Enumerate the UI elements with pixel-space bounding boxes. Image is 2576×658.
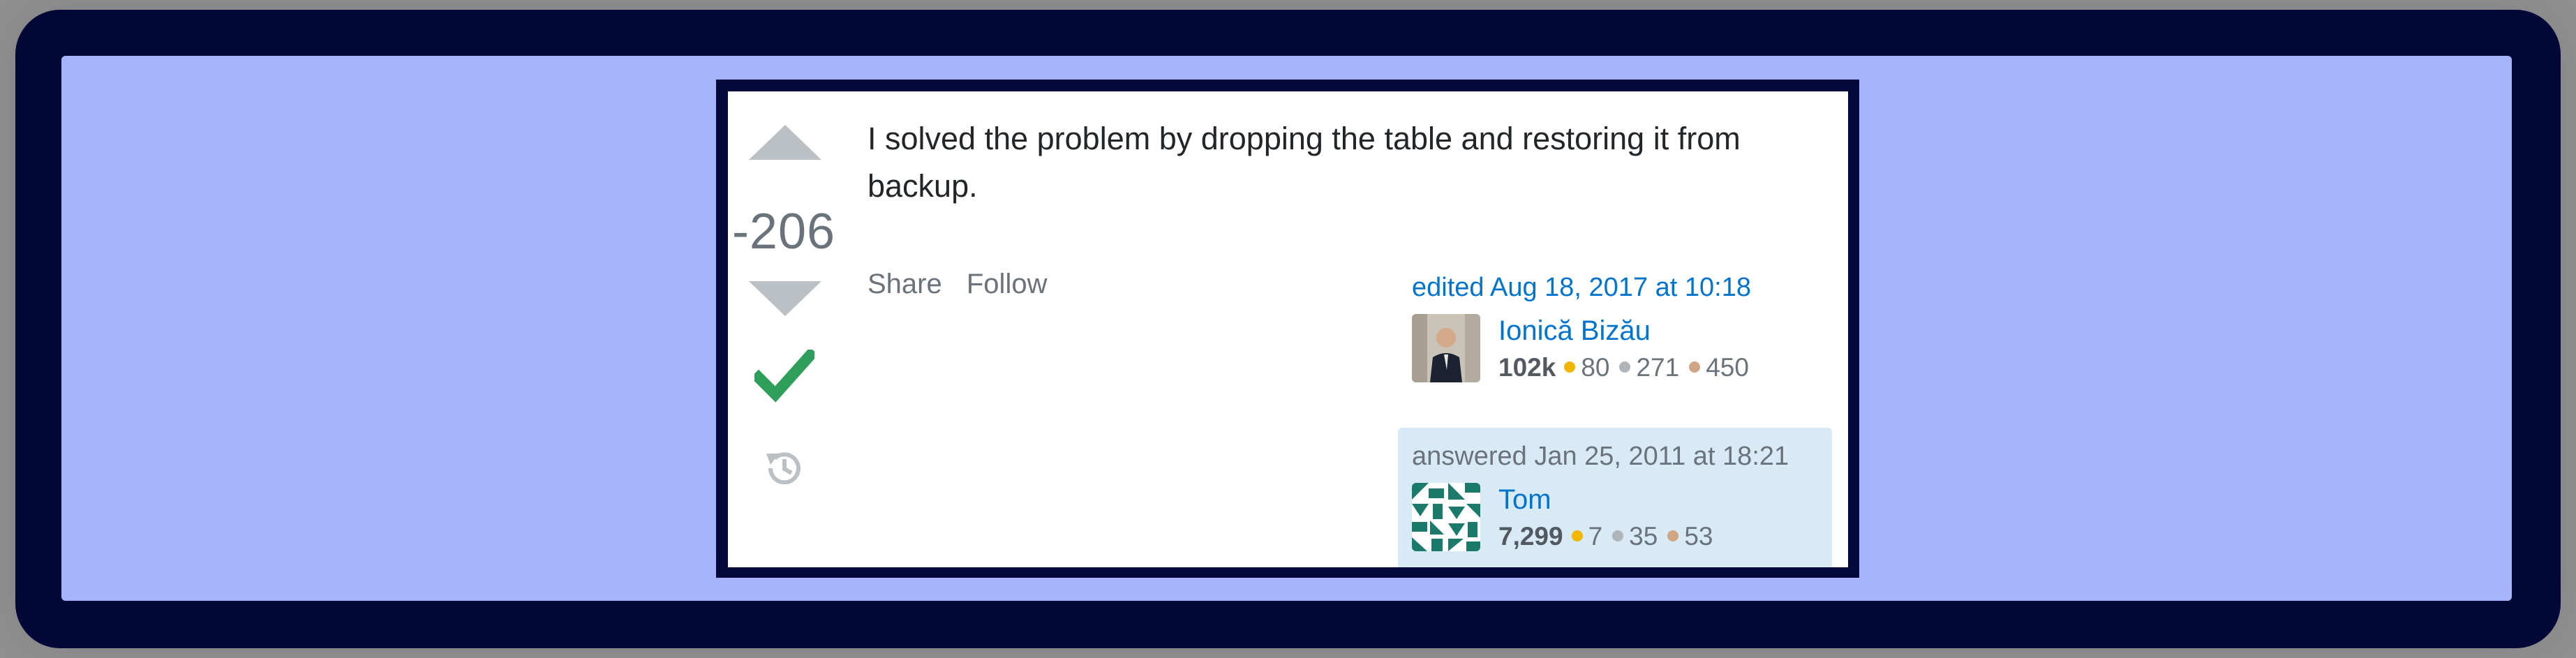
- vote-down-icon[interactable]: [749, 281, 821, 316]
- editor-signature: edited Aug 18, 2017 at 10:18 Ionică Biză…: [1412, 273, 1831, 387]
- edited-timestamp[interactable]: edited Aug 18, 2017 at 10:18: [1412, 273, 1831, 303]
- silver-badge-icon: [1612, 530, 1624, 541]
- owner-bronze-badges: 53: [1667, 522, 1713, 551]
- owner-reputation: 7,299: [1498, 522, 1563, 551]
- follow-link[interactable]: Follow: [967, 269, 1048, 299]
- editor-silver-count: 271: [1636, 353, 1680, 382]
- history-icon[interactable]: [762, 447, 805, 490]
- vote-column: -206: [728, 91, 835, 567]
- owner-gold-badges: 7: [1571, 522, 1603, 551]
- editor-user: Ionică Bizău 102k 80 271 450: [1412, 314, 1831, 387]
- editor-gold-count: 80: [1581, 353, 1610, 382]
- owner-silver-count: 35: [1629, 522, 1658, 551]
- editor-bronze-badges: 450: [1689, 353, 1749, 382]
- owner-silver-badges: 35: [1612, 522, 1658, 551]
- answer-panel: -206 I solved the problem by dropping th…: [728, 91, 1848, 567]
- bronze-badge-icon: [1667, 530, 1679, 541]
- editor-reputation: 102k: [1498, 353, 1556, 382]
- bronze-badge-icon: [1689, 361, 1701, 373]
- editor-silver-badges: 271: [1619, 353, 1679, 382]
- share-link[interactable]: Share: [868, 269, 942, 299]
- editor-bronze-count: 450: [1706, 353, 1749, 382]
- answered-timestamp: answered Jan 25, 2011 at 18:21: [1412, 442, 1789, 471]
- owner-signature: answered Jan 25, 2011 at 18:21 Tom 7,299…: [1398, 428, 1832, 567]
- vote-up-icon[interactable]: [749, 125, 821, 160]
- accepted-check-icon: [754, 350, 814, 403]
- owner-avatar[interactable]: [1412, 483, 1480, 551]
- editor-avatar[interactable]: [1412, 314, 1480, 382]
- owner-stats: 7,299 7 35 53: [1498, 522, 1722, 551]
- owner-bronze-count: 53: [1684, 522, 1713, 551]
- vote-count: -206: [731, 204, 836, 260]
- answer-card: -206 I solved the problem by dropping th…: [716, 80, 1859, 578]
- gold-badge-icon: [1564, 361, 1576, 373]
- silver-badge-icon: [1619, 361, 1631, 373]
- owner-user: Tom 7,299 7 35 53: [1412, 483, 1818, 555]
- post-actions: Share Follow: [868, 269, 1064, 300]
- owner-gold-count: 7: [1588, 522, 1603, 551]
- editor-stats: 102k 80 271 450: [1498, 353, 1759, 382]
- answer-body: I solved the problem by dropping the tab…: [868, 121, 1741, 204]
- owner-name[interactable]: Tom: [1498, 484, 1551, 516]
- gold-badge-icon: [1571, 530, 1583, 541]
- editor-gold-badges: 80: [1564, 353, 1609, 382]
- editor-name[interactable]: Ionică Bizău: [1498, 315, 1651, 347]
